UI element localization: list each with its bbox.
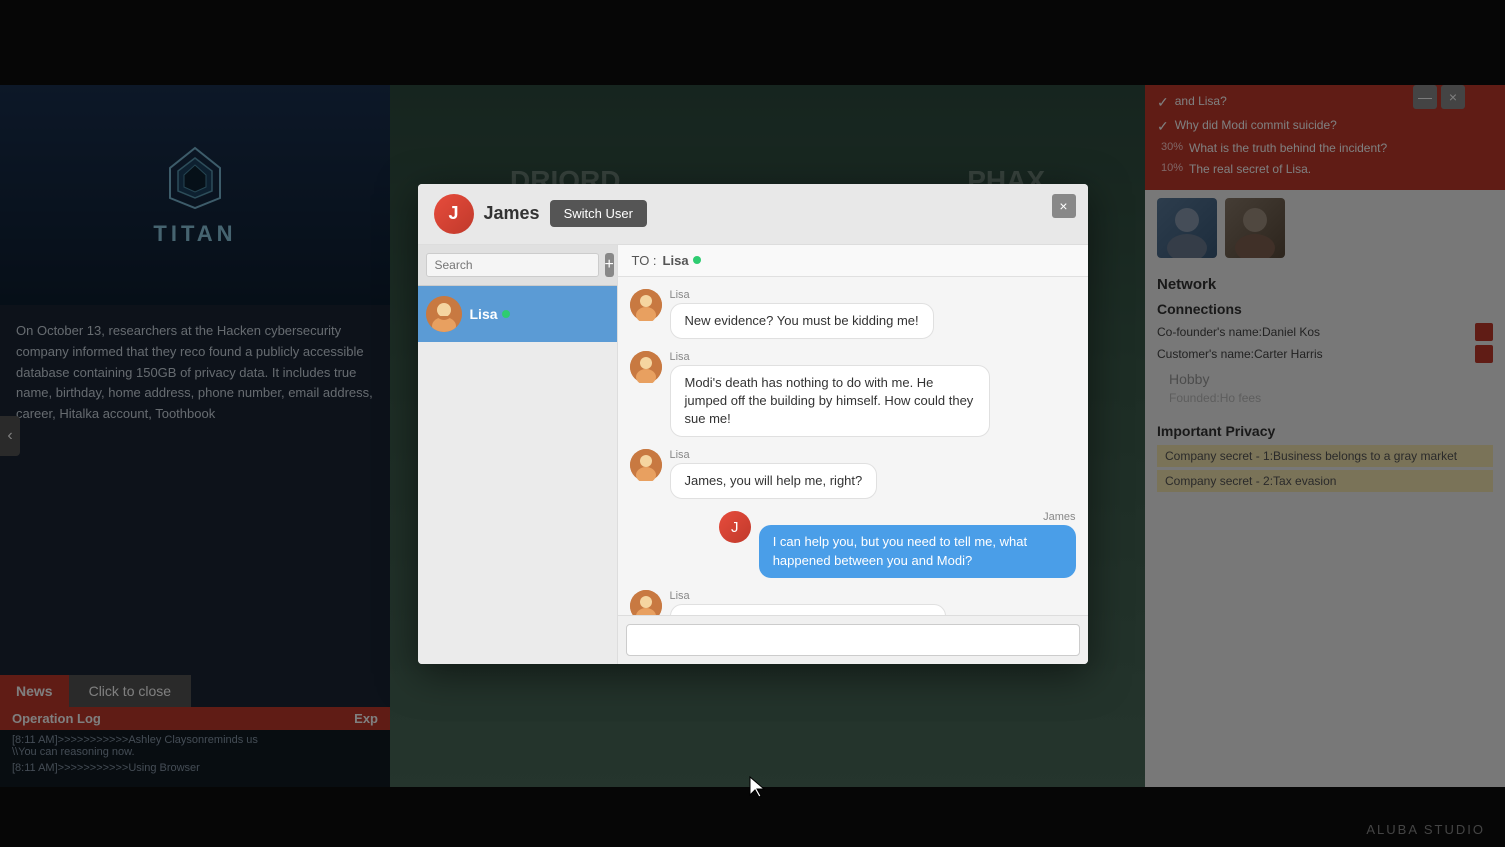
- chat-modal: J James Switch User × +: [418, 184, 1088, 664]
- msg-content-4: James I can help you, but you need to te…: [759, 511, 1076, 577]
- message-row-3: Lisa James, you will help me, right?: [630, 449, 1076, 499]
- chat-sidebar: + Lisa: [418, 245, 618, 664]
- msg-sender-1: Lisa: [670, 289, 934, 301]
- contact-name-lisa: Lisa: [470, 306, 510, 322]
- chat-messages-panel: TO : Lisa: [618, 245, 1088, 664]
- msg-bubble-5: ... ... Well, James, I admit that I lied…: [670, 604, 946, 615]
- msg-avatar-1: [630, 289, 662, 321]
- message-row-1: Lisa New evidence? You must be kidding m…: [630, 289, 1076, 339]
- message-row-4: James I can help you, but you need to te…: [719, 511, 1076, 577]
- message-row-5: Lisa ... ... Well, James, I admit that I…: [630, 590, 1076, 615]
- msg-sender-2: Lisa: [670, 351, 990, 363]
- msg-bubble-2: Modi's death has nothing to do with me. …: [670, 365, 990, 438]
- to-online-dot: [693, 256, 701, 264]
- chat-body: + Lisa: [418, 245, 1088, 664]
- msg-bubble-3: James, you will help me, right?: [670, 463, 878, 499]
- header-avatar: J: [434, 194, 474, 234]
- switch-user-button[interactable]: Switch User: [550, 200, 647, 227]
- lisa-msg-avatar-1: [630, 289, 662, 321]
- modal-overlay: J James Switch User × +: [0, 0, 1505, 847]
- msg-content-3: Lisa James, you will help me, right?: [670, 449, 878, 499]
- msg-sender-4: James: [1043, 511, 1075, 523]
- msg-sender-3: Lisa: [670, 449, 878, 461]
- msg-avatar-4: J: [719, 511, 751, 543]
- msg-bubble-1: New evidence? You must be kidding me!: [670, 303, 934, 339]
- msg-avatar-2: [630, 351, 662, 383]
- chat-contact-lisa[interactable]: Lisa: [418, 286, 617, 342]
- chat-add-btn[interactable]: +: [605, 253, 614, 277]
- lisa-msg-avatar-3: [630, 449, 662, 481]
- msg-avatar-3: [630, 449, 662, 481]
- contact-avatar-lisa: [426, 296, 462, 332]
- chat-scroll-area[interactable]: Lisa New evidence? You must be kidding m…: [618, 277, 1088, 615]
- modal-close-btn[interactable]: ×: [1052, 194, 1076, 218]
- lisa-avatar-svg: [426, 296, 462, 332]
- msg-content-5: Lisa ... ... Well, James, I admit that I…: [670, 590, 946, 615]
- msg-avatar-5: [630, 590, 662, 615]
- to-name: Lisa: [663, 253, 701, 268]
- chat-input-bar: [618, 615, 1088, 664]
- header-name: James: [484, 203, 540, 224]
- to-label: TO :: [632, 253, 657, 268]
- msg-content-1: Lisa New evidence? You must be kidding m…: [670, 289, 934, 339]
- chat-to-bar: TO : Lisa: [618, 245, 1088, 277]
- msg-sender-5: Lisa: [670, 590, 946, 602]
- chat-modal-header: J James Switch User ×: [418, 184, 1088, 245]
- online-indicator: [502, 310, 510, 318]
- chat-search-input[interactable]: [426, 253, 599, 277]
- msg-bubble-4: I can help you, but you need to tell me,…: [759, 525, 1076, 577]
- msg-content-2: Lisa Modi's death has nothing to do with…: [670, 351, 990, 438]
- lisa-msg-avatar-5: [630, 590, 662, 615]
- chat-text-input[interactable]: [626, 624, 1080, 656]
- message-row-2: Lisa Modi's death has nothing to do with…: [630, 351, 1076, 438]
- chat-search-bar: +: [418, 245, 617, 286]
- lisa-msg-avatar-2: [630, 351, 662, 383]
